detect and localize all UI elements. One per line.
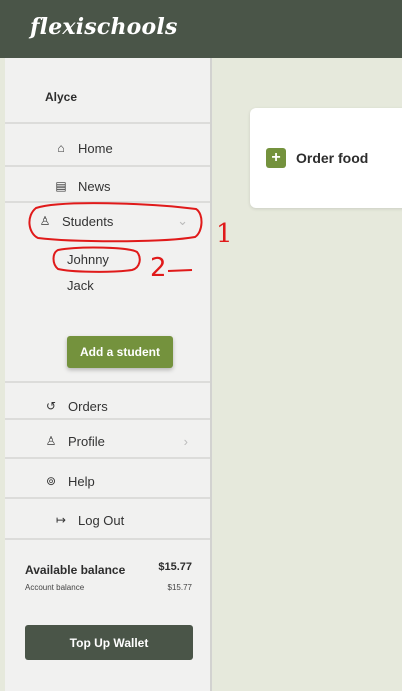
sidebar: Alyce ⌂ Home ▤ News ♙ Students ⌄ Johnny … — [5, 58, 212, 691]
top-up-wallet-button[interactable]: Top Up Wallet — [25, 625, 193, 660]
divider — [5, 457, 210, 459]
sidebar-item-news[interactable]: ▤ News — [5, 172, 210, 200]
divider — [5, 122, 210, 124]
available-balance-label: Available balance — [25, 563, 126, 577]
chevron-down-icon: ⌄ — [177, 213, 188, 228]
plus-icon: + — [266, 148, 286, 168]
divider — [5, 201, 210, 203]
sidebar-item-label: Log Out — [78, 512, 125, 528]
divider — [5, 165, 210, 167]
sidebar-item-label: Help — [68, 473, 95, 489]
sidebar-item-profile[interactable]: ♙ Profile › — [5, 427, 210, 455]
order-food-label: Order food — [296, 150, 369, 166]
divider — [5, 418, 210, 420]
logout-icon: ↦ — [55, 513, 67, 527]
sidebar-item-label: Home — [78, 140, 113, 156]
home-icon: ⌂ — [57, 141, 65, 155]
sidebar-item-home[interactable]: ⌂ Home — [5, 134, 210, 162]
flexischools-logo[interactable]: flexischools — [30, 14, 178, 40]
divider — [5, 538, 210, 540]
help-icon: ⊚ — [45, 474, 57, 488]
sidebar-item-label: Students — [62, 213, 114, 229]
available-balance-value: $15.77 — [158, 561, 192, 573]
user-name: Alyce — [45, 90, 78, 104]
student-jack[interactable]: Jack — [67, 278, 94, 293]
user-icon: ♙ — [45, 434, 57, 448]
sidebar-item-orders[interactable]: ↺ Orders — [5, 392, 210, 420]
history-icon: ↺ — [45, 399, 57, 413]
divider — [5, 497, 210, 499]
divider — [5, 381, 210, 383]
student-johnny[interactable]: Johnny — [67, 252, 109, 267]
sidebar-item-label: Profile — [68, 433, 105, 449]
add-student-button[interactable]: Add a student — [67, 336, 173, 368]
sidebar-item-students[interactable]: ♙ Students ⌄ — [5, 207, 210, 235]
account-balance-label: Account balance — [25, 583, 85, 592]
order-food-button[interactable]: + Order food — [266, 148, 368, 168]
annotation-number-1: 1 — [216, 219, 233, 249]
order-food-card: + Order food — [250, 108, 402, 208]
sidebar-item-help[interactable]: ⊚ Help — [5, 467, 210, 495]
sidebar-item-label: Orders — [68, 398, 108, 414]
account-balance-value: $15.77 — [167, 583, 192, 592]
chevron-right-icon: › — [183, 433, 188, 449]
sidebar-item-label: News — [78, 178, 111, 194]
students-icon: ♙ — [39, 214, 51, 228]
sidebar-item-logout[interactable]: ↦ Log Out — [5, 506, 210, 534]
news-icon: ▤ — [55, 179, 67, 193]
top-bar: flexischools — [0, 0, 402, 58]
